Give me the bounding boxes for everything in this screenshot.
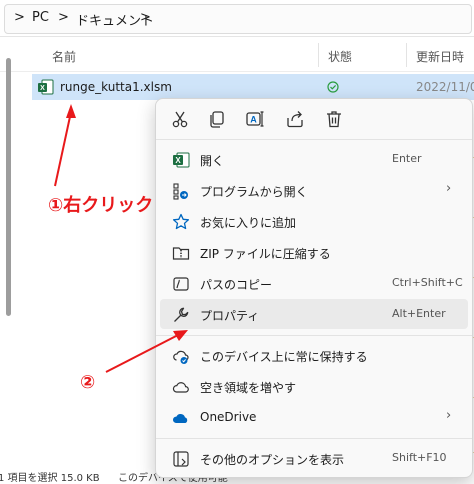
annotation-step1: ①右クリック bbox=[48, 195, 154, 216]
annotation-arrow-1 bbox=[54, 104, 76, 187]
annotation-arrows bbox=[54, 104, 188, 373]
annotation-arrow-2 bbox=[105, 330, 188, 373]
annotation-step2: ② bbox=[80, 372, 96, 393]
